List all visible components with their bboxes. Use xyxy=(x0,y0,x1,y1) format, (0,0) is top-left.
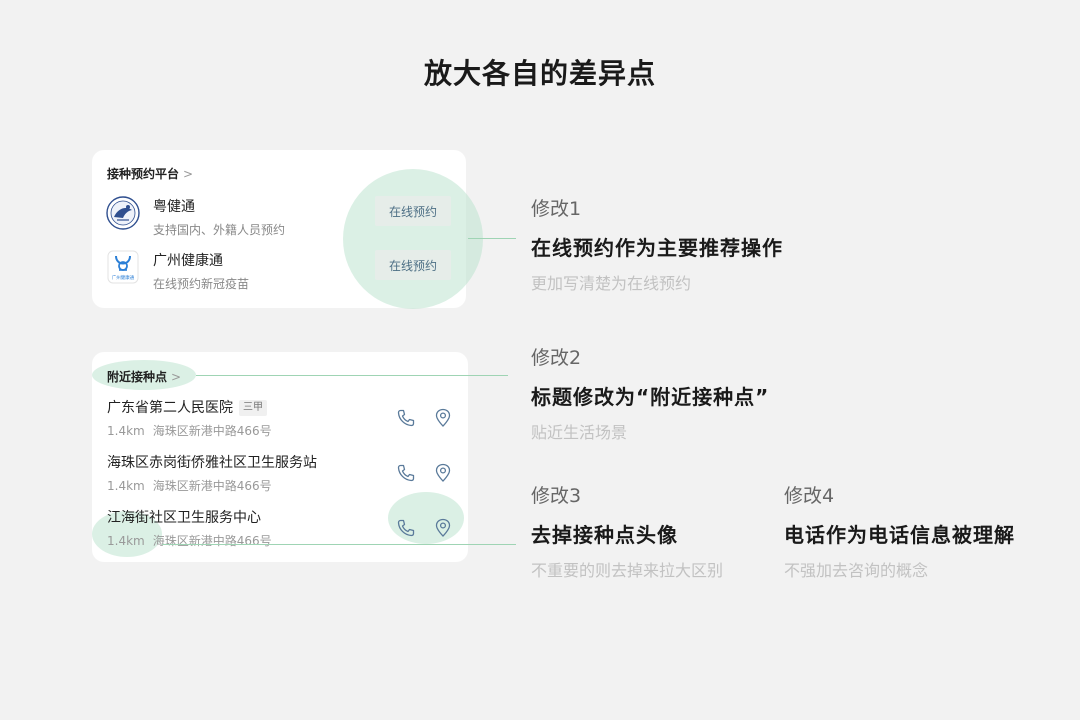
site-address: 1.4km 海珠区新港中路466号 xyxy=(107,532,272,549)
site-name-text: 广东省第二人民医院 xyxy=(107,400,233,416)
site-address: 1.4km 海珠区新港中路466号 xyxy=(107,422,272,439)
site-address-text: 海珠区新港中路466号 xyxy=(152,424,272,438)
connector-line-1 xyxy=(468,238,516,239)
annotation-title: 去掉接种点头像 xyxy=(531,523,678,547)
app-logo-icon: 广州健康通 xyxy=(107,250,139,284)
nearby-sites-title: 附近接种点 xyxy=(107,370,168,384)
nearby-sites-header[interactable]: 附近接种点 > xyxy=(107,368,181,385)
app-name: 广州健康通 xyxy=(153,253,223,269)
app-description: 在线预约新冠疫苗 xyxy=(153,277,250,291)
site-distance: 1.4km xyxy=(107,534,145,548)
booking-platform-title: 接种预约平台 xyxy=(107,167,180,181)
location-pin-icon[interactable] xyxy=(433,408,453,428)
app-description: 支持国内、外籍人员预约 xyxy=(153,223,286,237)
app-logo-caption: 广州健康通 xyxy=(112,274,135,281)
site-distance: 1.4km xyxy=(107,424,145,438)
annotation-description: 不强加去咨询的概念 xyxy=(784,561,929,580)
annotation-title: 标题修改为“附近接种点” xyxy=(531,385,770,409)
annotation-4: 修改4 电话作为电话信息被理解 不强加去咨询的概念 xyxy=(784,481,1015,581)
site-address: 1.4km 海珠区新港中路466号 xyxy=(107,477,272,494)
site-distance: 1.4km xyxy=(107,479,145,493)
chevron-right-icon: > xyxy=(171,370,182,384)
app-name: 粤健通 xyxy=(153,199,195,215)
phone-icon[interactable] xyxy=(396,463,416,483)
annotation-label: 修改3 xyxy=(531,485,582,507)
connector-line-2 xyxy=(196,375,508,376)
connector-line-3 xyxy=(162,544,516,545)
site-row[interactable]: 江海街社区卫生服务中心 1.4km 海珠区新港中路466号 xyxy=(107,507,465,553)
nearby-sites-card: 附近接种点 > 广东省第二人民医院 三甲 1.4km 海珠区新港中路466号 海珠区赤… xyxy=(92,352,468,562)
annotation-2: 修改2 标题修改为“附近接种点” 贴近生活场景 xyxy=(531,343,769,443)
annotation-label: 修改4 xyxy=(784,485,835,507)
annotation-label: 修改1 xyxy=(531,198,582,220)
location-pin-icon[interactable] xyxy=(433,518,453,538)
location-pin-icon[interactable] xyxy=(433,463,453,483)
booking-platform-header[interactable]: 接种预约平台 > xyxy=(107,165,193,182)
badge-logo-icon xyxy=(106,196,140,230)
book-online-button[interactable]: 在线预约 xyxy=(375,196,451,226)
site-row[interactable]: 海珠区赤岗街侨雅社区卫生服务站 1.4km 海珠区新港中路466号 xyxy=(107,452,465,498)
annotation-title: 在线预约作为主要推荐操作 xyxy=(531,236,783,260)
site-name: 海珠区赤岗街侨雅社区卫生服务站 xyxy=(107,455,317,471)
site-address-text: 海珠区新港中路466号 xyxy=(152,534,272,548)
site-name: 广东省第二人民医院 三甲 xyxy=(107,397,267,417)
annotation-description: 更加写清楚为在线预约 xyxy=(531,274,692,293)
phone-icon[interactable] xyxy=(396,518,416,538)
page-title: 放大各自的差异点 xyxy=(423,57,656,90)
annotation-1: 修改1 在线预约作为主要推荐操作 更加写清楚为在线预约 xyxy=(531,194,783,294)
site-row[interactable]: 广东省第二人民医院 三甲 1.4km 海珠区新港中路466号 xyxy=(107,397,465,443)
annotation-title: 电话作为电话信息被理解 xyxy=(784,523,1015,547)
phone-icon[interactable] xyxy=(396,408,416,428)
annotation-3: 修改3 去掉接种点头像 不重要的则去掉来拉大区别 xyxy=(531,481,723,581)
app-row-guangzhou-jiankangtong[interactable]: 广州健康通 广州健康通 在线预约新冠疫苗 在线预约 xyxy=(106,248,452,294)
booking-platform-card: 接种预约平台 > 粤健通 支持国内、外籍人员预约 在线预约 广州健康通 广州健康通… xyxy=(92,150,483,309)
site-address-text: 海珠区新港中路466号 xyxy=(152,479,272,493)
book-online-button[interactable]: 在线预约 xyxy=(375,250,451,280)
annotation-label: 修改2 xyxy=(531,347,582,369)
annotation-description: 贴近生活场景 xyxy=(531,423,628,442)
site-name: 江海街社区卫生服务中心 xyxy=(107,510,261,526)
annotation-description: 不重要的则去掉来拉大区别 xyxy=(531,561,724,580)
chevron-right-icon: > xyxy=(183,167,194,181)
app-row-yuejiantong[interactable]: 粤健通 支持国内、外籍人员预约 在线预约 xyxy=(106,194,452,240)
hospital-grade-badge: 三甲 xyxy=(239,400,267,416)
